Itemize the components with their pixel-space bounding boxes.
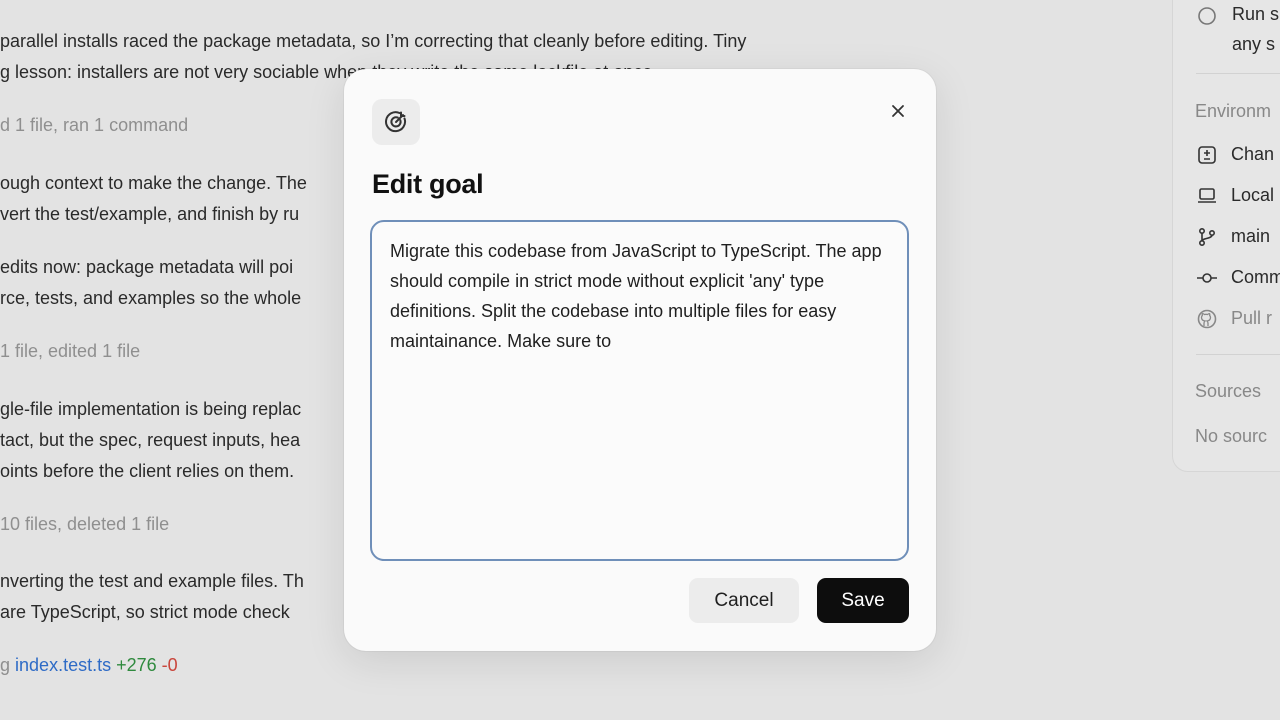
env-item-branch[interactable]: main [1231, 226, 1270, 247]
activity-summary[interactable]: 10 files, deleted 1 file [0, 513, 169, 535]
transcript-line: are TypeScript, so strict mode check [0, 602, 290, 622]
run-option-sublabel: any s [1232, 34, 1276, 54]
dialog-title: Edit goal [372, 169, 484, 199]
activity-summary[interactable]: d 1 file, ran 1 command [0, 114, 188, 136]
transcript-line: rce, tests, and examples so the whole [0, 288, 302, 308]
env-item-local[interactable]: Local [1231, 185, 1274, 206]
divider [1196, 354, 1280, 355]
transcript-line: vert the test/example, and finish by ru [0, 204, 300, 224]
additions-count: +276 [116, 655, 157, 675]
sources-heading: Sources [1195, 381, 1262, 401]
env-item-changes[interactable]: Chan [1231, 144, 1274, 165]
close-button[interactable] [884, 97, 912, 125]
activity-summary[interactable]: 1 file, edited 1 file [0, 340, 140, 362]
no-sources-text: No sourc [1195, 426, 1268, 446]
radio-circle-icon[interactable] [1196, 5, 1218, 27]
run-option-label[interactable]: Run s [1232, 4, 1279, 25]
deletions-count: -0 [161, 655, 178, 675]
transcript-line: oints before the client relies on them. [0, 461, 295, 481]
laptop-icon [1198, 188, 1216, 203]
environment-heading: Environm [1195, 101, 1272, 121]
commit-icon [1197, 273, 1217, 283]
file-link[interactable]: index.test.ts [15, 655, 111, 675]
env-item-pull-request[interactable]: Pull r [1231, 308, 1272, 329]
transcript-line: tact, but the spec, request inputs, hea [0, 430, 301, 450]
file-change-row: g index.test.ts +276 -0 [0, 654, 178, 676]
cancel-button[interactable]: Cancel [689, 578, 799, 623]
close-icon[interactable] [890, 103, 906, 119]
diff-icon [1198, 146, 1216, 164]
goal-target-icon [385, 111, 407, 133]
env-item-commit[interactable]: Comm [1231, 267, 1280, 288]
transcript-line: edits now: package metadata will poi [0, 257, 294, 277]
transcript-line: ough context to make the change. The [0, 173, 307, 193]
file-change-prefix: g [0, 655, 11, 675]
transcript-line: parallel installs raced the package meta… [0, 31, 747, 51]
git-branch-icon [1198, 227, 1216, 247]
transcript-line: gle-file implementation is being replac [0, 399, 302, 419]
goal-textarea[interactable]: Migrate this codebase from JavaScript to… [370, 220, 909, 561]
transcript-line: nverting the test and example files. Th [0, 571, 304, 591]
divider [1196, 73, 1280, 74]
edit-goal-dialog: Edit goal Migrate this codebase from Jav… [344, 69, 936, 651]
github-icon [1197, 309, 1217, 329]
save-button[interactable]: Save [817, 578, 909, 623]
goal-icon-badge [372, 99, 420, 145]
